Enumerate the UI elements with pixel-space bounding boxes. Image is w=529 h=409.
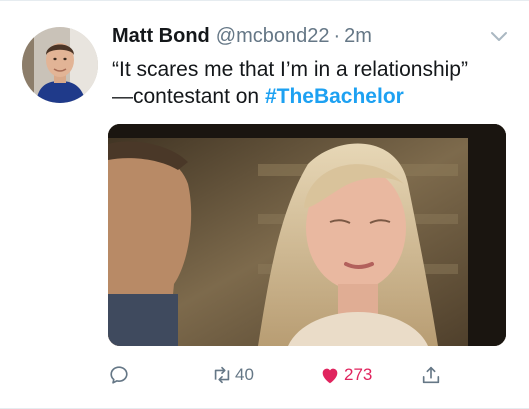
avatar[interactable] [22,27,98,103]
reply-button[interactable] [108,360,130,390]
tweet-text-line: —contestant on #TheBachelor [112,83,512,110]
tweet-actions: 40 273 [108,360,508,390]
chevron-down-icon[interactable] [490,30,508,44]
tweet-text: “It scares me that I’m in a relationship… [112,56,512,110]
hashtag-link[interactable]: #TheBachelor [265,85,404,108]
heart-icon [322,368,338,384]
tweet-header: Matt Bond @mcbond22 · 2m [112,25,492,51]
separator-dot: · [333,25,341,47]
timestamp[interactable]: 2m [344,25,372,47]
share-icon [422,366,440,384]
share-button[interactable] [420,360,442,390]
tweet-text-line: “It scares me that I’m in a relationship… [112,58,468,81]
display-name[interactable]: Matt Bond [112,25,210,47]
reply-icon [110,366,128,384]
like-button[interactable]: 273 [319,360,372,390]
retweet-count: 40 [235,365,254,384]
retweet-icon [214,366,230,384]
user-handle[interactable]: @mcbond22 [216,25,330,47]
tweet-text-prefix: —contestant on [112,85,265,108]
top-divider [0,0,529,1]
tv-screen-photo [108,124,506,346]
tweet-media-image[interactable] [108,124,506,346]
retweet-button[interactable]: 40 [211,360,254,390]
avatar-photo [22,27,98,103]
like-count: 273 [344,365,373,384]
